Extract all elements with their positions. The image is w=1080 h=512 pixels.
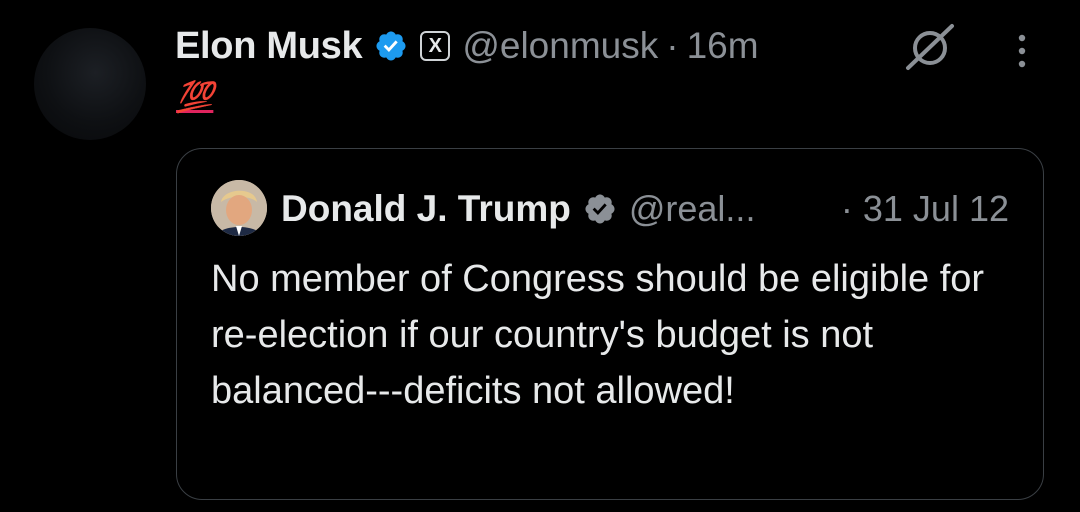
tweet-timestamp[interactable]: 16m: [687, 25, 759, 67]
quoted-tweet-text: No member of Congress should be eligible…: [211, 258, 985, 412]
hundred-points-emoji: 💯: [176, 81, 214, 114]
quoted-tweet-timestamp[interactable]: · 31 Jul 12: [841, 185, 1009, 233]
separator-dot: ·: [666, 25, 679, 66]
quoted-tweet-header: Donald J. Trump @real...: [281, 185, 755, 233]
x-affiliate-icon: X: [420, 31, 451, 61]
quoted-author-name[interactable]: Donald J. Trump: [281, 188, 571, 230]
author-name[interactable]: Elon Musk: [175, 25, 363, 68]
quoted-tweet[interactable]: Donald J. Trump @real... · 31 Jul 12 No …: [176, 148, 1044, 500]
author-avatar[interactable]: [34, 28, 146, 140]
author-handle[interactable]: @elonmusk: [462, 25, 658, 67]
tweet-text: 💯: [176, 80, 213, 115]
tweet-header: Elon Musk X @elonmusk · 16m: [175, 22, 759, 70]
grok-icon[interactable]: [904, 22, 956, 74]
quoted-author-handle[interactable]: @real...: [629, 188, 756, 230]
portrait-icon: [211, 180, 267, 236]
more-vertical-icon[interactable]: [1010, 34, 1034, 68]
verified-badge-icon: [585, 194, 615, 224]
quoted-author-avatar[interactable]: [211, 180, 267, 236]
verified-badge-icon: [376, 31, 406, 61]
